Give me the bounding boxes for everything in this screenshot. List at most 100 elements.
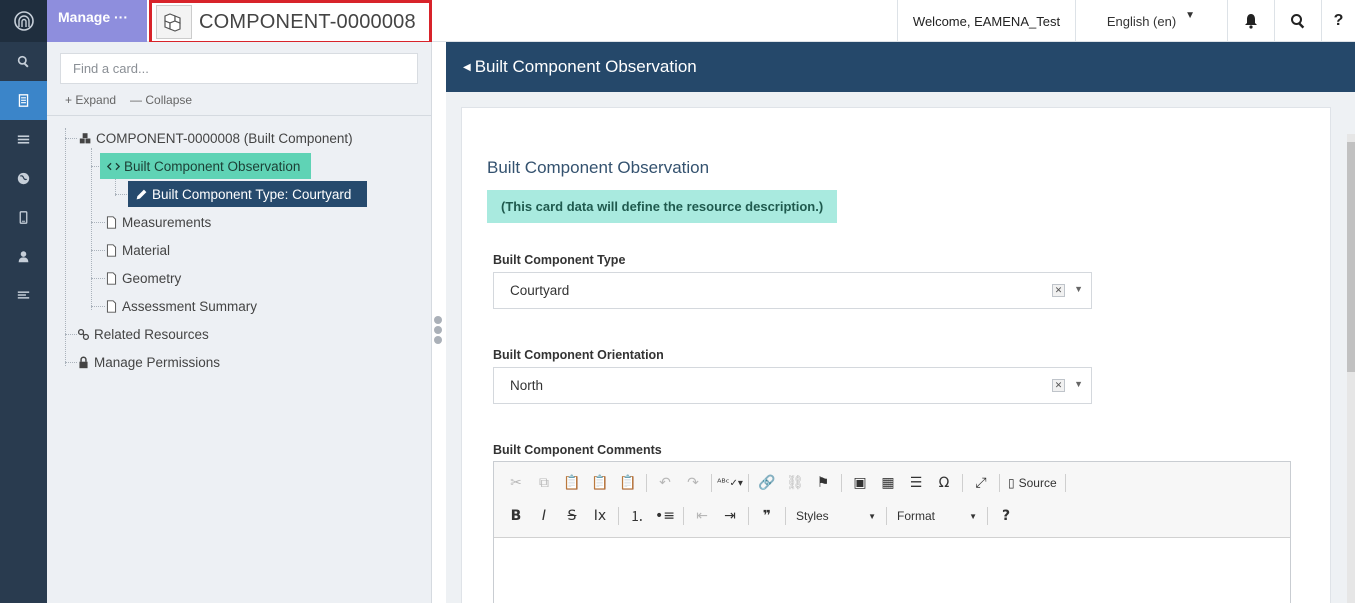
paste-word-icon[interactable]: 📋 [614,471,642,495]
link-icon [77,328,90,340]
card-header[interactable]: ◀ Built Component Observation [446,42,1355,92]
tree-node-label: Built Component Type: Courtyard [152,186,352,202]
manage-menu-button[interactable]: Manage ··· [47,0,147,42]
chevron-down-icon: ▼ [969,511,977,521]
chevron-down-icon: ▼ [868,511,876,521]
source-label: Source [1018,476,1057,490]
menu-icon[interactable] [0,276,47,315]
language-label: English (en) [1106,13,1177,29]
card-tree-panel: + Expand — Collapse COMPONENT-0000008 (B… [47,42,432,603]
redo-icon[interactable]: ↷ [679,471,707,495]
tree-node-material[interactable]: Material [105,237,170,263]
unlink-icon[interactable]: ⛓ [781,471,809,495]
tree-node-type[interactable]: Built Component Type: Courtyard [128,181,368,207]
indent-icon[interactable]: ⇥ [716,504,744,528]
caret-left-icon: ◀ [463,61,471,73]
chevron-down-icon: ▼ [1074,379,1083,389]
file-icon [106,299,117,313]
card-form: Built Component Observation (This card d… [461,107,1331,603]
tree-node-assessment[interactable]: Assessment Summary [105,293,257,319]
type-field-label: Built Component Type [493,253,626,267]
welcome-user[interactable]: Welcome, EAMENA_Test [897,0,1075,42]
strikethrough-icon[interactable]: S [558,504,586,528]
image-icon[interactable]: ▣ [846,471,874,495]
horizontal-rule-icon[interactable]: ☰ [902,471,930,495]
search-button[interactable] [1274,0,1321,42]
globe-icon[interactable] [0,159,47,198]
resource-title: COMPONENT-0000008 [199,10,416,33]
rich-text-editor: ✂ ⧉ 📋 📋 📋 ↶ ↷ ᴬᴮᶜ✓▾ 🔗 ⛓ ⚑ ▣ ▦ ☰ Ω ⤢ ▯ So… [493,461,1291,603]
anchor-flag-icon[interactable]: ⚑ [809,471,837,495]
tree-node-related[interactable]: Related Resources [77,321,209,347]
maximize-icon[interactable]: ⤢ [967,471,995,495]
bold-icon[interactable]: B [502,504,530,528]
source-button[interactable]: ▯ Source [1004,471,1061,495]
special-char-icon[interactable]: Ω [930,471,958,495]
arches-logo[interactable] [0,0,47,42]
search-icon[interactable] [0,42,47,81]
spellcheck-icon[interactable]: ᴬᴮᶜ✓▾ [716,471,744,495]
help-button[interactable]: ? [1321,0,1355,42]
source-doc-icon: ▯ [1008,476,1015,490]
tree-node-label: Assessment Summary [122,298,258,314]
tree-node-label: Manage Permissions [94,354,221,370]
paste-icon[interactable]: 📋 [558,471,586,495]
language-selector[interactable]: English (en) ▼ [1075,0,1227,42]
tree-node-root[interactable]: COMPONENT-0000008 (Built Component) [79,125,353,151]
list-icon[interactable] [0,120,47,159]
bulleted-list-icon[interactable]: •≡ [651,504,679,528]
user-icon[interactable] [0,237,47,276]
editor-toolbar: ✂ ⧉ 📋 📋 📋 ↶ ↷ ᴬᴮᶜ✓▾ 🔗 ⛓ ⚑ ▣ ▦ ☰ Ω ⤢ ▯ So… [494,462,1290,538]
bell-icon [1245,14,1257,29]
cubes-icon [79,132,91,143]
tree-node-geometry[interactable]: Geometry [105,265,181,291]
find-card-input[interactable] [60,53,418,84]
file-icon [106,215,117,229]
clear-icon[interactable]: ✕ [1052,284,1065,297]
pencil-icon [136,189,147,199]
resource-title-box: COMPONENT-0000008 [149,0,432,44]
resource-icon[interactable] [0,81,47,120]
type-select[interactable]: Courtyard ✕ ▼ [493,272,1092,309]
orientation-select-value: North [510,378,544,393]
link-icon[interactable]: 🔗 [753,471,781,495]
expand-button[interactable]: + Expand [65,93,116,107]
tree-node-permissions[interactable]: Manage Permissions [77,349,220,375]
expand-collapse-controls: + Expand — Collapse [65,93,192,107]
undo-icon[interactable]: ↶ [651,471,679,495]
tree-node-label: Material [122,242,171,258]
code-icon [107,162,120,170]
orientation-field-label: Built Component Orientation [493,348,664,362]
copy-icon[interactable]: ⧉ [530,471,558,495]
outdent-icon[interactable]: ⇤ [688,504,716,528]
main-scrollbar[interactable] [1347,134,1355,603]
header-actions: Welcome, EAMENA_Test English (en) ▼ ? [897,0,1355,42]
blockquote-icon[interactable]: ❞ [753,504,781,528]
top-header: Manage ··· COMPONENT-0000008 Welcome, EA… [47,0,1355,44]
styles-dropdown[interactable]: Styles ▼ [790,505,882,527]
tree-node-label: Related Resources [94,326,209,342]
notifications-button[interactable] [1227,0,1274,42]
lock-icon [79,356,88,368]
remove-format-icon[interactable]: Ix [586,504,614,528]
styles-label: Styles [796,509,829,523]
italic-icon[interactable]: I [530,504,558,528]
tree-node-label: Built Component Observation [124,158,301,174]
tree-node-measurements[interactable]: Measurements [105,209,211,235]
editor-content-area[interactable] [494,538,1290,603]
tree-node-observation[interactable]: Built Component Observation [100,153,312,179]
tree-node-label: Measurements [122,214,212,230]
cut-icon[interactable]: ✂ [502,471,530,495]
help-icon[interactable]: ? [992,504,1020,528]
clear-icon[interactable]: ✕ [1052,379,1065,392]
paste-text-icon[interactable]: 📋 [586,471,614,495]
panel-resize-handle[interactable] [434,316,443,346]
orientation-select[interactable]: North ✕ ▼ [493,367,1092,404]
numbered-list-icon[interactable]: ⒈ [623,504,651,528]
table-icon[interactable]: ▦ [874,471,902,495]
comments-field-label: Built Component Comments [493,443,662,457]
mobile-icon[interactable] [0,198,47,237]
format-dropdown[interactable]: Format ▼ [891,505,983,527]
collapse-button[interactable]: — Collapse [130,93,192,107]
card-description-badge: (This card data will define the resource… [487,190,838,223]
